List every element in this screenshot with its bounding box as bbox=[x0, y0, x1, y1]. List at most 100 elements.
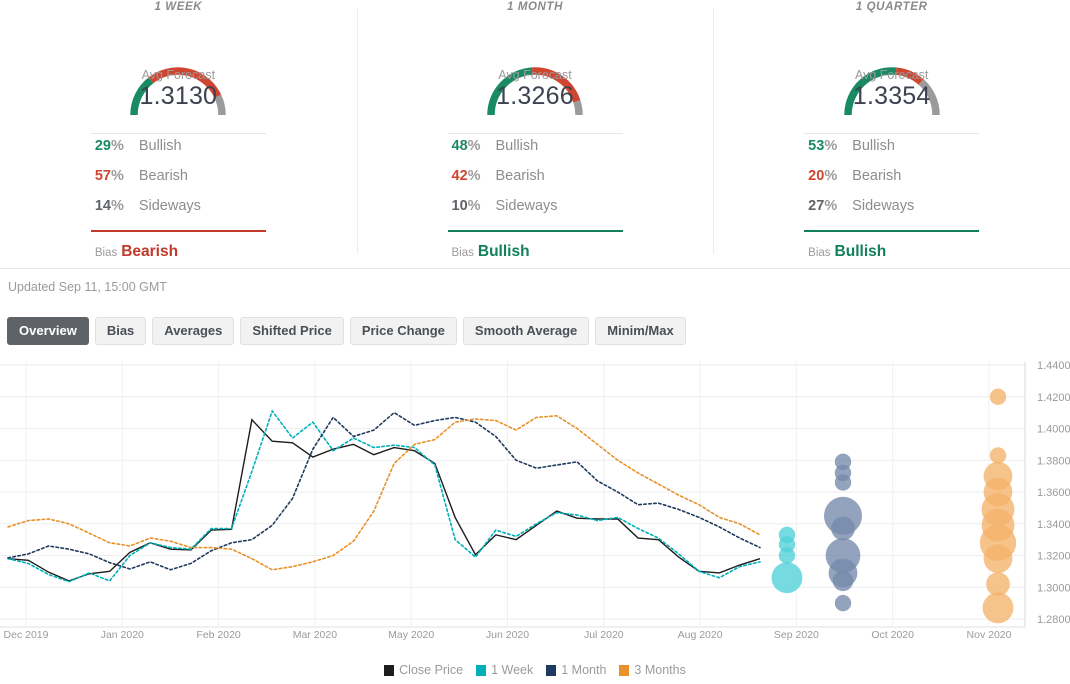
gauge-forecast-value: 1.3266 bbox=[496, 82, 574, 110]
legend-item[interactable]: Close Price bbox=[384, 663, 463, 677]
forecast-bubble-3-months bbox=[989, 447, 1007, 464]
table-row: 29% Bullish bbox=[91, 138, 266, 168]
x-axis-tick-label: Jun 2020 bbox=[485, 629, 530, 641]
y-axis-tick-label: 1.3200 bbox=[1037, 551, 1070, 563]
tab-smooth-average[interactable]: Smooth Average bbox=[462, 317, 590, 345]
series-line-1-month bbox=[7, 411, 761, 571]
bias-line: Bias Bearish bbox=[91, 232, 266, 261]
panel-title: 1 MONTH bbox=[507, 1, 563, 13]
chart-canvas: 1.2800 1.3000 1.3200 1.3400 1.3600 1.3800 1.40… bbox=[0, 360, 1070, 628]
legend-item[interactable]: 3 Months bbox=[619, 663, 686, 677]
legend-swatch-icon bbox=[546, 664, 557, 676]
bearish-percent: 42% bbox=[451, 168, 481, 184]
y-axis-tick-label: 1.3600 bbox=[1037, 487, 1070, 499]
legend-item[interactable]: 1 Month bbox=[546, 663, 606, 677]
tab-bias[interactable]: Bias bbox=[94, 317, 147, 345]
y-axis-tick-label: 1.3400 bbox=[1037, 519, 1070, 531]
x-axis-tick-label: Sep 2020 bbox=[773, 629, 819, 641]
forecast-bubble-3-months bbox=[983, 544, 1013, 574]
bias-label: Bias bbox=[94, 247, 118, 259]
bearish-label: Bearish bbox=[852, 168, 902, 184]
status-badge: Bullish bbox=[834, 243, 887, 260]
tab-minim-max[interactable]: Minim/Max bbox=[595, 317, 686, 345]
bearish-percent: 20% bbox=[808, 168, 838, 184]
series-line-3-months bbox=[7, 414, 761, 571]
y-axis-tick-label: 1.3800 bbox=[1037, 455, 1070, 467]
bullish-percent: 29% bbox=[94, 138, 124, 154]
bearish-percent: 57% bbox=[94, 168, 124, 184]
x-axis-tick-label: May 2020 bbox=[388, 629, 435, 641]
gauge-forecast-value: 1.3354 bbox=[852, 82, 931, 110]
tab-averages[interactable]: Averages bbox=[152, 317, 235, 345]
forecast-bubble-1-month bbox=[834, 474, 852, 491]
legend-swatch-icon bbox=[384, 664, 395, 676]
y-axis-tick-label: 1.3000 bbox=[1037, 582, 1070, 594]
sideways-percent: 14% bbox=[94, 198, 124, 214]
legend-label: 1 Month bbox=[561, 663, 607, 677]
bullish-label: Bullish bbox=[138, 138, 182, 154]
gauge-forecast-label: Avg Forecast bbox=[141, 68, 216, 82]
legend-label: Close Price bbox=[399, 663, 464, 677]
panel-title: 1 WEEK bbox=[154, 1, 203, 13]
forecast-bubble-3-months bbox=[986, 572, 1010, 596]
sentiment-rows: 29% Bullish 57% Bearish 14% Sideways bbox=[91, 134, 266, 228]
x-axis-tick-label: Jan 2020 bbox=[100, 629, 144, 641]
chart-tabs: Overview Bias Averages Shifted Price Price C… bbox=[0, 294, 1070, 345]
legend-label: 1 Week bbox=[491, 663, 534, 677]
forecast-bubble-3-months bbox=[982, 592, 1014, 624]
table-row: 14% Sideways bbox=[91, 198, 266, 228]
forecast-bubble-1-month bbox=[832, 570, 854, 592]
x-axis-tick-label: Feb 2020 bbox=[196, 629, 241, 641]
updated-timestamp: Updated Sep 11, 15:00 GMT bbox=[8, 280, 167, 294]
bullish-label: Bullish bbox=[852, 138, 895, 154]
sideways-label: Sideways bbox=[495, 198, 558, 214]
bullish-label: Bullish bbox=[495, 138, 539, 154]
sideways-percent: 10% bbox=[451, 198, 481, 214]
forecast-panel-1-month: 1 MONTH Avg Forecast 1.3266 48% Bullish … bbox=[356, 0, 714, 268]
tab-overview[interactable]: Overview bbox=[7, 317, 89, 345]
series-line-close-price bbox=[7, 418, 761, 582]
legend-swatch-icon bbox=[619, 664, 630, 676]
bias-label: Bias bbox=[451, 247, 474, 259]
y-axis-tick-label: 1.4200 bbox=[1037, 392, 1070, 404]
tab-price-change[interactable]: Price Change bbox=[349, 317, 457, 345]
forecast-bubble-1-month bbox=[834, 594, 852, 612]
legend-swatch-icon bbox=[476, 664, 487, 676]
chart-legend: Close Price 1 Week 1 Month 3 Months bbox=[0, 657, 1070, 677]
gauge-forecast-value: 1.3130 bbox=[139, 82, 218, 110]
forecast-bubble-1-week bbox=[771, 562, 803, 594]
x-axis-tick-label: Mar 2020 bbox=[292, 629, 338, 641]
forecast-panels: 1 WEEK Avg Forecast 1.3130 29% Bullish 5… bbox=[0, 0, 1070, 268]
y-axis-tick-label: 1.4400 bbox=[1037, 360, 1070, 372]
table-row: 27% Sideways bbox=[804, 198, 979, 228]
status-badge: Bullish bbox=[477, 243, 530, 260]
sentiment-rows: 48% Bullish 42% Bearish 10% Sideways bbox=[448, 134, 623, 228]
bias-line: Bias Bullish bbox=[448, 232, 623, 261]
forecast-panel-1-week: 1 WEEK Avg Forecast 1.3130 29% Bullish 5… bbox=[0, 0, 357, 268]
table-row: 48% Bullish bbox=[448, 138, 623, 168]
bearish-label: Bearish bbox=[138, 168, 188, 184]
bullish-percent: 48% bbox=[451, 138, 481, 154]
gauge-1-month: Avg Forecast 1.3266 bbox=[357, 19, 714, 119]
sideways-label: Sideways bbox=[852, 198, 915, 214]
forecast-chart: 1.2800 1.3000 1.3200 1.3400 1.3600 1.3800 1.40… bbox=[0, 357, 1070, 657]
tab-shifted-price[interactable]: Shifted Price bbox=[240, 317, 344, 345]
chart-x-axis: Dec 2019 Jan 2020 Feb 2020 Mar 2020 May 2020… bbox=[0, 629, 1070, 647]
panel-title: 1 QUARTER bbox=[855, 1, 928, 13]
table-row: 53% Bullish bbox=[804, 138, 979, 168]
table-row: 20% Bearish bbox=[804, 168, 979, 198]
forecast-panel-1-quarter: 1 QUARTER Avg Forecast 1.3354 53% Bullis… bbox=[713, 0, 1070, 268]
y-axis-tick-label: 1.4000 bbox=[1037, 424, 1070, 436]
sideways-label: Sideways bbox=[138, 198, 201, 214]
table-row: 57% Bearish bbox=[91, 168, 266, 198]
status-badge: Bearish bbox=[121, 243, 179, 260]
x-axis-tick-label: Jul 2020 bbox=[583, 629, 624, 641]
bullish-percent: 53% bbox=[808, 138, 838, 154]
series-line-1-week bbox=[7, 409, 761, 583]
legend-item[interactable]: 1 Week bbox=[476, 663, 533, 677]
gauge-1-quarter: Avg Forecast 1.3354 bbox=[713, 19, 1070, 119]
bearish-label: Bearish bbox=[495, 168, 545, 184]
bias-label: Bias bbox=[808, 247, 831, 259]
table-row: 42% Bearish bbox=[448, 168, 623, 198]
forecast-bubble-1-week bbox=[778, 547, 796, 564]
